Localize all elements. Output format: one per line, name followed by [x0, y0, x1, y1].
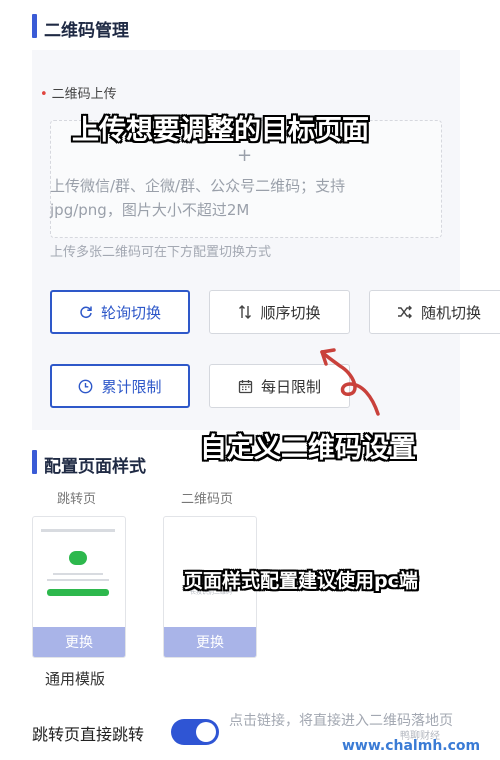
jump-page-thumbnail[interactable]: 更换 — [32, 516, 126, 658]
direct-jump-toggle[interactable] — [171, 719, 219, 745]
replace-jump-page-button[interactable]: 更换 — [33, 627, 125, 657]
section-marker — [32, 14, 37, 38]
thumb-text-line — [53, 573, 103, 575]
clock-icon — [79, 379, 93, 393]
overlay-caption-top: 上传想要调整的目标页面 — [72, 115, 369, 146]
upload-field-label: • 二维码上传 — [40, 83, 117, 102]
template-name: 通用模版 — [45, 670, 106, 688]
sequence-switch-button[interactable]: 顺序切换 — [209, 290, 350, 334]
overlay-caption-bottom: 页面样式配置建议使用pc端 — [184, 570, 418, 592]
refresh-icon — [80, 306, 92, 319]
sort-arrows-icon — [239, 305, 252, 319]
shuffle-icon — [397, 305, 412, 319]
toggle-knob — [196, 722, 216, 742]
poll-switch-label: 轮询切换 — [100, 303, 161, 322]
plus-icon: + — [237, 145, 253, 166]
thumb-header-line — [41, 529, 115, 532]
sequence-switch-label: 顺序切换 — [260, 303, 321, 322]
cumulative-limit-label: 累计限制 — [101, 377, 162, 396]
random-switch-label: 随机切换 — [420, 303, 481, 322]
random-switch-button[interactable]: 随机切换 — [369, 290, 500, 334]
required-asterisk: • — [40, 87, 48, 102]
jump-page-label: 跳转页 — [57, 492, 97, 507]
poll-switch-button[interactable]: 轮询切换 — [50, 290, 190, 334]
upload-label-text: 二维码上传 — [51, 87, 117, 102]
direct-jump-label: 跳转页直接跳转 — [32, 725, 145, 744]
qr-section-title: 二维码管理 — [44, 21, 129, 41]
wechat-icon — [69, 551, 87, 565]
red-arrow-annotation — [320, 348, 380, 416]
site-watermark: www.chalmh.com — [342, 738, 481, 754]
upload-hint: 上传微信/群、企微/群、公众号二维码；支持jpg/png，图片大小不超过2M — [50, 177, 346, 219]
calendar-icon — [238, 379, 253, 393]
replace-qr-page-button[interactable]: 更换 — [164, 627, 256, 657]
section-marker — [32, 450, 37, 474]
thumb-join-button — [47, 589, 109, 596]
cumulative-limit-button[interactable]: 累计限制 — [50, 364, 190, 408]
qr-page-label: 二维码页 — [181, 492, 234, 507]
style-section-title: 配置页面样式 — [44, 457, 146, 477]
upload-subhint: 上传多张二维码可在下方配置切换方式 — [50, 245, 272, 260]
overlay-caption-middle: 自定义二维码设置 — [200, 433, 416, 464]
thumb-text-line — [47, 579, 109, 581]
